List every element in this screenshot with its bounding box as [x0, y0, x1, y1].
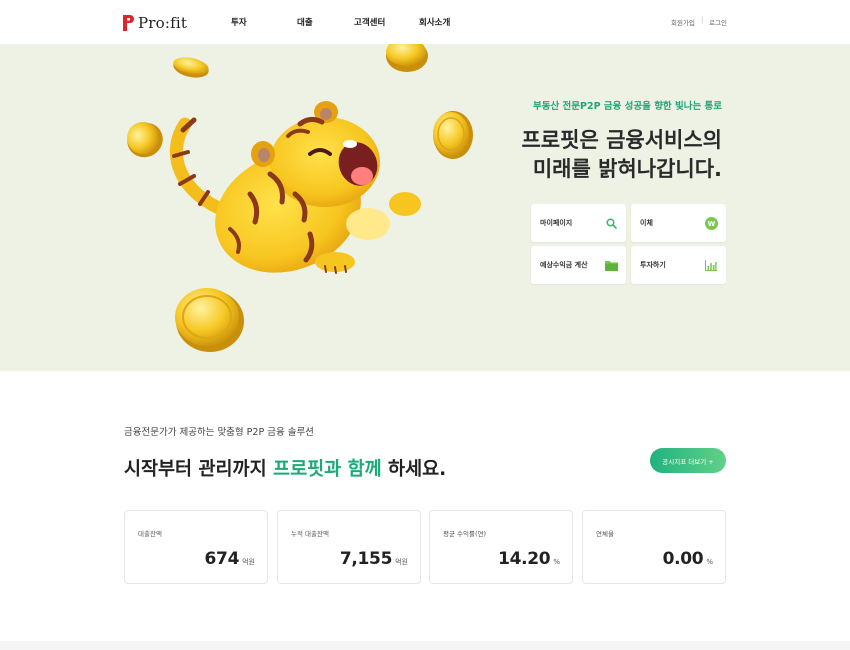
- hero-title-line1: 프로핏은 금융서비스의: [521, 128, 722, 152]
- tiger-coins-illustration: [127, 44, 473, 352]
- solutions-title: 시작부터 관리까지 프로핏과 함께 하세요.: [124, 455, 446, 481]
- disclosure-more-button[interactable]: 공시지표 더보기 +: [650, 448, 726, 473]
- stat-unit: %: [553, 558, 560, 566]
- svg-text:W: W: [707, 220, 715, 228]
- stat-card-delinquency-rate: 연체율 0.00 %: [582, 510, 726, 584]
- stat-value: 7,155 억원: [340, 549, 408, 569]
- util-separator: |: [701, 16, 704, 24]
- stat-unit: 억원: [242, 558, 255, 566]
- nav-loan[interactable]: 대출: [297, 16, 313, 28]
- mypage-label: 마이페이지: [540, 219, 573, 227]
- footer-strip: [0, 641, 850, 650]
- nav-company[interactable]: 회사소개: [419, 16, 450, 28]
- mypage-button[interactable]: 마이페이지: [531, 204, 626, 242]
- stat-number: 0.00: [662, 549, 704, 569]
- hero-banner: 부동산 전문P2P 금융 성공을 향한 빛나는 통로 프로핏은 금융서비스의 미…: [0, 44, 850, 371]
- stat-label: 대출잔액: [138, 530, 162, 538]
- logo[interactable]: Pro:fit: [123, 13, 187, 33]
- stat-number: 7,155: [339, 549, 393, 569]
- folder-icon: [604, 258, 618, 272]
- transfer-button[interactable]: 이체 W: [631, 204, 726, 242]
- stat-label: 누적 대출잔액: [291, 530, 329, 538]
- signup-link[interactable]: 회원가입: [671, 17, 695, 27]
- stat-unit: %: [706, 558, 713, 566]
- stat-number: 14.20: [498, 549, 551, 569]
- solutions-title-post: 하세요.: [381, 459, 447, 480]
- profit-calculator-button[interactable]: 예상수익금 계산: [531, 246, 626, 284]
- stat-value: 674 억원: [205, 549, 255, 569]
- stat-unit: 억원: [395, 558, 408, 566]
- solutions-title-pre: 시작부터 관리까지: [124, 459, 274, 480]
- hero-subtitle: 부동산 전문P2P 금융 성공을 향한 빛나는 통로: [533, 101, 722, 112]
- logo-mark-icon: [123, 15, 134, 31]
- coin-icon: [433, 111, 473, 159]
- stat-card-cumulative-loan: 누적 대출잔액 7,155 억원: [277, 510, 421, 584]
- profit-calculator-label: 예상수익금 계산: [540, 261, 588, 269]
- hero-title: 프로핏은 금융서비스의 미래를 밝혀나갑니다.: [521, 126, 722, 184]
- search-icon: [604, 216, 618, 230]
- coin-icon: [175, 288, 244, 352]
- site-header: Pro:fit 투자 대출 고객센터 회사소개 회원가입 | 로그인: [0, 0, 850, 44]
- nav-customer-center[interactable]: 고객센터: [354, 16, 385, 28]
- stat-label: 연체율: [596, 530, 614, 538]
- coin-icon: [127, 122, 163, 158]
- coin-icon: [173, 57, 209, 78]
- logo-text: Pro:fit: [138, 14, 188, 32]
- stat-label: 평균 수익률(연): [443, 530, 487, 538]
- stat-card-average-return: 평균 수익률(연) 14.20 %: [429, 510, 573, 584]
- stat-value: 14.20 %: [498, 549, 560, 569]
- invest-label: 투자하기: [640, 261, 666, 269]
- nav-invest[interactable]: 투자: [231, 16, 247, 28]
- solutions-title-accent: 프로핏과 함께: [273, 459, 382, 480]
- solutions-subtitle: 금융전문가가 제공하는 맞춤형 P2P 금융 솔루션: [124, 427, 314, 438]
- invest-button[interactable]: 투자하기: [631, 246, 726, 284]
- won-icon: W: [704, 216, 718, 230]
- coin-icon: [386, 44, 428, 72]
- login-link[interactable]: 로그인: [709, 17, 727, 27]
- bar-chart-icon: [704, 258, 718, 272]
- transfer-label: 이체: [640, 219, 653, 227]
- stat-card-loan-balance: 대출잔액 674 억원: [124, 510, 268, 584]
- hero-title-line2: 미래를 밝혀나갑니다.: [532, 157, 722, 181]
- stat-value: 0.00 %: [663, 549, 713, 569]
- stat-number: 674: [204, 549, 240, 569]
